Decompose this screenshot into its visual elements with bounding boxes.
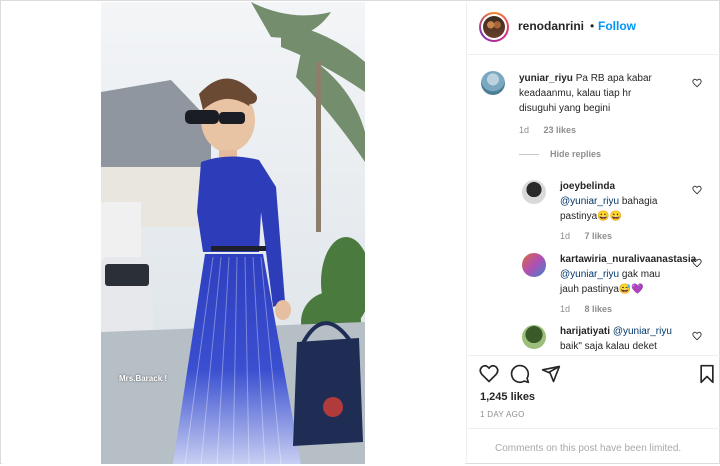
reply-username[interactable]: joeybelinda	[560, 181, 615, 192]
likes-count[interactable]: 1,245 likes	[480, 391, 535, 403]
post-header: renodanrini • Follow	[467, 2, 720, 55]
hide-replies-button[interactable]: Hide replies	[550, 149, 601, 159]
photo-illustration	[101, 2, 365, 464]
post-media[interactable]: Mrs.Barack !	[2, 2, 465, 464]
reply-likes[interactable]: 8 likes	[585, 304, 613, 314]
post-photo[interactable]: Mrs.Barack !	[101, 2, 365, 464]
heart-icon[interactable]	[692, 185, 702, 195]
comment-icon[interactable]	[510, 364, 530, 384]
reply-likes[interactable]: 7 likes	[585, 231, 613, 241]
reply-body: harijatiyati @yuniar_riyu baik" saja kal…	[560, 324, 700, 354]
post-date[interactable]: 1 DAY AGO	[480, 410, 525, 419]
post-sidebar: renodanrini • Follow yuniar_riyu Pa RB a…	[466, 2, 720, 464]
reply-mention[interactable]: @yuniar_riyu	[560, 269, 619, 280]
reply-text: bahagia	[619, 196, 658, 207]
reply-avatar[interactable]	[522, 253, 546, 277]
follow-button[interactable]: Follow	[598, 19, 636, 33]
author-username[interactable]: renodanrini	[518, 19, 584, 33]
bookmark-icon[interactable]	[697, 364, 717, 384]
reply-age: 1d	[560, 231, 571, 241]
comments-list[interactable]: yuniar_riyu Pa RB apa kabar keadaanmu, k…	[467, 55, 720, 355]
header-separator: •	[590, 19, 595, 33]
comment-meta: 1d 23 likes	[519, 125, 576, 135]
reply-mention[interactable]: @yuniar_riyu	[560, 196, 619, 207]
comment-text-line3: disuguhi yang begini	[519, 103, 611, 114]
reply-text-line2: baik" saja kalau deket	[560, 341, 657, 352]
comments-limited-notice: Comments on this post have been limited.	[467, 428, 720, 466]
author-avatar[interactable]	[479, 12, 509, 42]
comment-age: 1d	[519, 125, 530, 135]
reply-avatar[interactable]	[522, 180, 546, 204]
post-frame: Mrs.Barack ! renodanrini • Follow yuniar…	[0, 0, 720, 464]
reply-body: joeybelinda @yuniar_riyu bahagia pastiny…	[560, 179, 690, 224]
photo-watermark: Mrs.Barack !	[119, 374, 168, 383]
heart-icon[interactable]	[479, 364, 499, 384]
comment-body: yuniar_riyu Pa RB apa kabar keadaanmu, k…	[519, 71, 694, 116]
comment-likes[interactable]: 23 likes	[544, 125, 577, 135]
share-icon[interactable]	[541, 364, 561, 384]
comment-text-line2: keadaanmu, kalau tiap hr	[519, 88, 632, 99]
heart-icon[interactable]	[692, 258, 702, 268]
reply-text-line2: pastinya😀😀	[560, 211, 623, 222]
reply-username[interactable]: harijatiyati	[560, 326, 610, 337]
reply-username[interactable]: kartawiria_nuralivaanastasia	[560, 254, 696, 265]
comment-avatar[interactable]	[481, 71, 505, 95]
heart-icon[interactable]	[692, 78, 702, 88]
reply-meta: 1d 7 likes	[560, 231, 612, 241]
heart-icon[interactable]	[692, 331, 702, 341]
post-actions: 1,245 likes 1 DAY AGO Comments on this p…	[467, 355, 720, 465]
comments-limited-text: Comments on this post have been limited.	[495, 443, 682, 454]
reply-body: kartawiria_nuralivaanastasia @yuniar_riy…	[560, 252, 700, 297]
reply-text-line2: jauh pastinya😅💜	[560, 284, 644, 295]
reply-text: gak mau	[619, 269, 661, 280]
hide-replies-line	[519, 154, 539, 155]
reply-age: 1d	[560, 304, 571, 314]
comment-username[interactable]: yuniar_riyu	[519, 73, 573, 84]
reply-mention[interactable]: @yuniar_riyu	[613, 326, 672, 337]
reply-meta: 1d 8 likes	[560, 304, 612, 314]
reply-avatar[interactable]	[522, 325, 546, 349]
comment-text-line1: Pa RB apa kabar	[575, 73, 652, 84]
